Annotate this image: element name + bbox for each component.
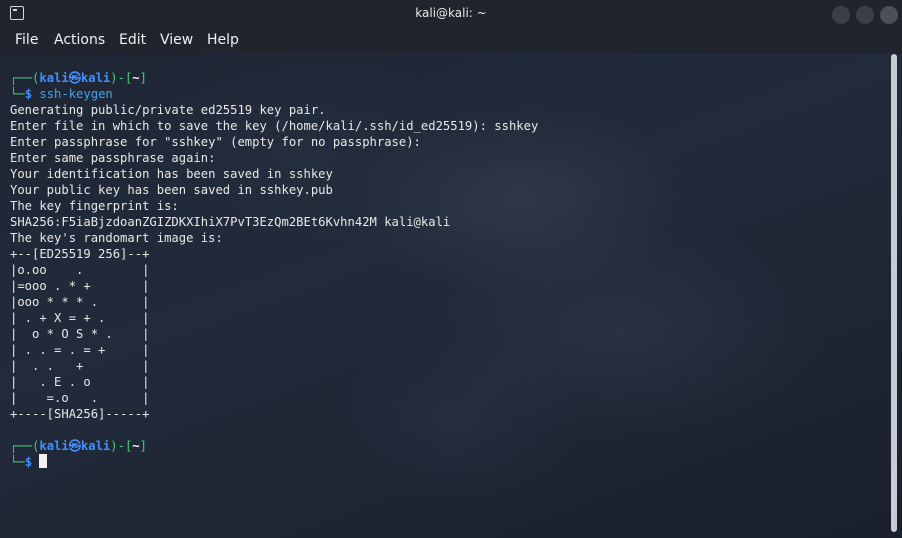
randomart-line: | . + X = + . | — [10, 311, 150, 325]
menu-help[interactable]: Help — [207, 32, 239, 48]
prompt-symbol: $ — [24, 455, 33, 469]
menu-actions[interactable]: Actions — [54, 32, 105, 48]
prompt-user: kali — [39, 71, 69, 85]
text-cursor — [39, 454, 48, 468]
randomart-line: | o * O S * . | — [10, 327, 150, 341]
output-line: Generating public/private ed25519 key pa… — [10, 103, 326, 117]
randomart-line: +----[SHA256]-----+ — [10, 407, 150, 421]
prompt-line-1: ┌──(kali㉿kali)-[~] — [10, 71, 147, 85]
menu-file[interactable]: File — [15, 32, 38, 48]
prompt-at-symbol: ㉿ — [68, 439, 81, 453]
randomart-line: |=ooo . * + | — [10, 279, 150, 293]
close-button[interactable] — [880, 6, 898, 24]
title-bar: kali@kali: ~ — [0, 0, 902, 28]
terminal-window: kali@kali: ~ File Actions Edit View Help… — [0, 0, 902, 538]
randomart-line: | . E . o | — [10, 375, 150, 389]
terminal-output[interactable]: ┌──(kali㉿kali)-[~] └─$ ssh-keygen Genera… — [10, 70, 885, 470]
fingerprint-line: SHA256:F5iaBjzdoanZGIZDKXIhiX7PvT3EzQm2B… — [10, 215, 451, 229]
prompt-user: kali — [39, 439, 69, 453]
vertical-scrollbar[interactable] — [891, 54, 899, 534]
prompt-at-symbol: ㉿ — [68, 71, 81, 85]
randomart-line: |ooo * * * . | — [10, 295, 150, 309]
menu-bar: File Actions Edit View Help — [0, 28, 902, 54]
menu-edit[interactable]: Edit — [119, 32, 146, 48]
randomart-line: | . . + | — [10, 359, 150, 373]
output-line: The key fingerprint is: — [10, 199, 179, 213]
output-line: Your identification has been saved in ss… — [10, 167, 333, 181]
prompt-host: kali — [80, 439, 111, 453]
output-line: Your public key has been saved in sshkey… — [10, 183, 333, 197]
output-line: Enter same passphrase again: — [10, 151, 216, 165]
prompt-symbol: $ — [24, 87, 33, 101]
scrollbar-thumb[interactable] — [891, 54, 897, 532]
minimize-button[interactable] — [832, 6, 850, 24]
menu-view[interactable]: View — [160, 32, 193, 48]
prompt-line-2: └─$ — [10, 454, 885, 470]
randomart-line: | =.o . | — [10, 391, 150, 405]
prompt-line-1: ┌──(kali㉿kali)-[~] — [10, 439, 147, 453]
prompt-dir: ~ — [132, 71, 140, 85]
command-text: ssh-keygen — [39, 87, 113, 101]
randomart-line: |o.oo . | — [10, 263, 150, 277]
prompt-host: kali — [80, 71, 111, 85]
output-line: Enter file in which to save the key (/ho… — [10, 119, 539, 133]
window-title: kali@kali: ~ — [415, 6, 487, 20]
randomart-line: +--[ED25519 256]--+ — [10, 247, 150, 261]
output-line: Enter passphrase for "sshkey" (empty for… — [10, 135, 421, 149]
maximize-button[interactable] — [856, 6, 874, 24]
prompt-line-2: └─$ ssh-keygen — [10, 87, 113, 101]
prompt-dir: ~ — [132, 439, 140, 453]
randomart-line: | . . = . = + | — [10, 343, 150, 357]
output-line: The key's randomart image is: — [10, 231, 223, 245]
